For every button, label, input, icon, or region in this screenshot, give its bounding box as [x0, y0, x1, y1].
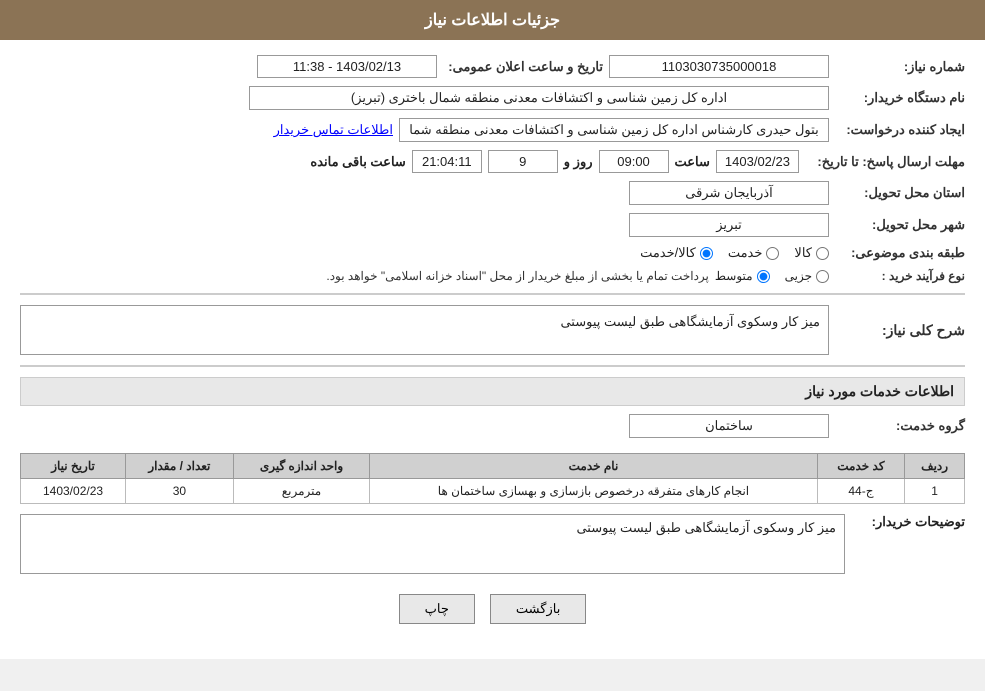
table-cell-code: ج-44 [817, 479, 905, 504]
table-cell-name: انجام کارهای متفرقه درخصوص بازسازی و بهس… [370, 479, 817, 504]
procurement-type-row: نوع فرآیند خرید : جزیی متوسط پرداخت تمام… [20, 269, 965, 283]
remaining-suffix: ساعت باقی مانده [310, 154, 405, 170]
category-kala-radio[interactable] [816, 247, 829, 260]
category-options: کالا خدمت کالا/خدمت [640, 245, 829, 261]
table-header-row: ردیف کد خدمت نام خدمت واحد اندازه گیری ت… [21, 454, 965, 479]
need-number-label: شماره نیاز: [835, 59, 965, 75]
creator-row: ایجاد کننده درخواست: بتول حیدری کارشناس … [20, 118, 965, 142]
col-row: ردیف [905, 454, 965, 479]
button-row: بازگشت چاپ [20, 594, 965, 644]
separator-2 [20, 365, 965, 367]
service-group-label: گروه خدمت: [835, 418, 965, 434]
creator-value: بتول حیدری کارشناس اداره کل زمین شناسی و… [399, 118, 829, 142]
category-kala-khedmat: کالا/خدمت [640, 245, 713, 261]
procurement-options: جزیی متوسط [715, 269, 829, 283]
buyer-org-label: نام دستگاه خریدار: [835, 90, 965, 106]
category-kala-khedmat-radio[interactable] [700, 247, 713, 260]
creator-label: ایجاد کننده درخواست: [835, 122, 965, 138]
back-button[interactable]: بازگشت [490, 594, 586, 624]
col-qty: تعداد / مقدار [126, 454, 234, 479]
announcement-datetime-value: 1403/02/13 - 11:38 [257, 55, 437, 78]
province-row: استان محل تحویل: آذربایجان شرقی [20, 181, 965, 205]
services-table: ردیف کد خدمت نام خدمت واحد اندازه گیری ت… [20, 453, 965, 504]
table-body: 1ج-44انجام کارهای متفرقه درخصوص بازسازی … [21, 479, 965, 504]
need-description-label: شرح کلی نیاز: [835, 322, 965, 339]
col-unit: واحد اندازه گیری [233, 454, 370, 479]
table-cell-date: 1403/02/23 [21, 479, 126, 504]
province-label: استان محل تحویل: [835, 185, 965, 201]
proc-jozii-label: جزیی [785, 269, 812, 283]
days-remaining-value: 9 [488, 150, 558, 173]
page-container: جزئیات اطلاعات نیاز شماره نیاز: 11030307… [0, 0, 985, 659]
procurement-note: پرداخت تمام یا بخشی از مبلغ خریدار از مح… [326, 269, 709, 283]
page-header: جزئیات اطلاعات نیاز [0, 0, 985, 40]
proc-motovaset-radio[interactable] [757, 270, 770, 283]
col-code: کد خدمت [817, 454, 905, 479]
need-description-box: میز کار وسکوی آزمایشگاهی طبق لیست پیوستی [20, 305, 829, 355]
category-label: طبقه بندی موضوعی: [835, 245, 965, 261]
proc-jozii-radio[interactable] [816, 270, 829, 283]
table-row: 1ج-44انجام کارهای متفرقه درخصوص بازسازی … [21, 479, 965, 504]
category-kala-khedmat-label: کالا/خدمت [640, 245, 696, 261]
service-group-row: گروه خدمت: ساختمان [20, 414, 965, 438]
print-button[interactable]: چاپ [399, 594, 475, 624]
buyer-description-label: توضیحات خریدار: [855, 514, 965, 574]
proc-motovaset-label: متوسط [715, 269, 753, 283]
category-row: طبقه بندی موضوعی: کالا خدمت کالا/خدمت [20, 245, 965, 261]
proc-motovaset: متوسط [715, 269, 770, 283]
table-cell-unit: مترمربع [233, 479, 370, 504]
category-kala-label: کالا [794, 245, 812, 261]
buyer-description-box: میز کار وسکوی آزمایشگاهی طبق لیست پیوستی [20, 514, 845, 574]
services-section-title: اطلاعات خدمات مورد نیاز [20, 377, 965, 406]
need-description-value: میز کار وسکوی آزمایشگاهی طبق لیست پیوستی [560, 314, 820, 329]
services-table-section: ردیف کد خدمت نام خدمت واحد اندازه گیری ت… [20, 453, 965, 504]
table-cell-quantity: 30 [126, 479, 234, 504]
time-remaining-value: 21:04:11 [412, 150, 482, 173]
response-deadline-label: مهلت ارسال پاسخ: تا تاریخ: [805, 154, 965, 170]
buyer-description-value: میز کار وسکوی آزمایشگاهی طبق لیست پیوستی [576, 520, 836, 535]
response-time-label: ساعت [675, 154, 710, 170]
creator-contact-link[interactable]: اطلاعات تماس خریدار [274, 122, 393, 138]
province-value: آذربایجان شرقی [629, 181, 829, 205]
col-date: تاریخ نیاز [21, 454, 126, 479]
category-khedmat-label: خدمت [728, 245, 763, 261]
proc-jozii: جزیی [785, 269, 829, 283]
response-deadline-time: 09:00 [599, 150, 669, 173]
buyer-description-section: توضیحات خریدار: میز کار وسکوی آزمایشگاهی… [20, 514, 965, 574]
need-description-row: شرح کلی نیاز: میز کار وسکوی آزمایشگاهی ط… [20, 305, 965, 355]
city-label: شهر محل تحویل: [835, 217, 965, 233]
days-remaining-label: روز و [564, 154, 593, 170]
service-group-value: ساختمان [629, 414, 829, 438]
city-value: تبریز [629, 213, 829, 237]
buyer-org-row: نام دستگاه خریدار: اداره کل زمین شناسی و… [20, 86, 965, 110]
response-deadline-date: 1403/02/23 [716, 150, 799, 173]
category-kala: کالا [794, 245, 829, 261]
need-number-value: 1103030735000018 [609, 55, 829, 78]
table-cell-row: 1 [905, 479, 965, 504]
header-title: جزئیات اطلاعات نیاز [425, 12, 560, 29]
buyer-org-value: اداره کل زمین شناسی و اکتشافات معدنی منط… [249, 86, 829, 110]
category-khedmat: خدمت [728, 245, 780, 261]
separator-1 [20, 293, 965, 295]
category-khedmat-radio[interactable] [766, 247, 779, 260]
content-area: شماره نیاز: 1103030735000018 تاریخ و ساع… [0, 40, 985, 659]
announcement-datetime-label: تاریخ و ساعت اعلان عمومی: [443, 59, 603, 75]
procurement-label: نوع فرآیند خرید : [835, 269, 965, 283]
response-deadline-row: مهلت ارسال پاسخ: تا تاریخ: 1403/02/23 سا… [20, 150, 965, 173]
need-number-row: شماره نیاز: 1103030735000018 تاریخ و ساع… [20, 55, 965, 78]
col-name: نام خدمت [370, 454, 817, 479]
city-row: شهر محل تحویل: تبریز [20, 213, 965, 237]
